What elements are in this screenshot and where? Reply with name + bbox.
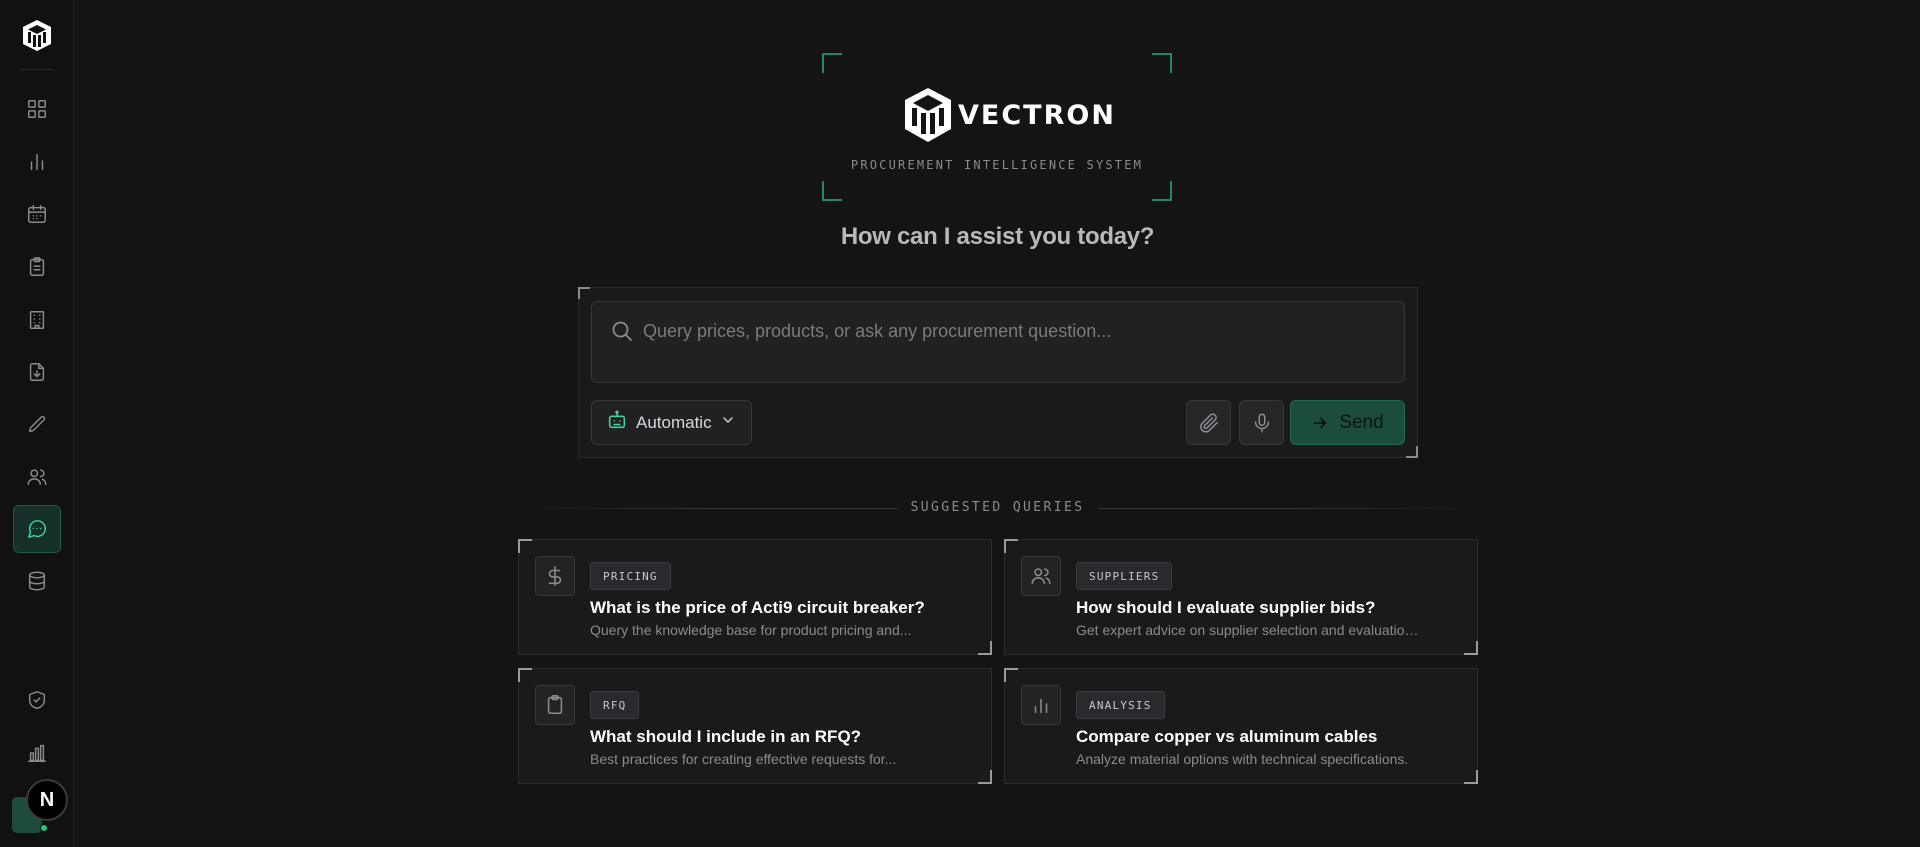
n-badge-icon[interactable]: N <box>26 779 68 821</box>
frame-corner <box>822 181 842 201</box>
pencil-icon <box>28 415 46 433</box>
card-title: How should I evaluate supplier bids? <box>1076 598 1376 617</box>
frame-corner <box>822 53 842 73</box>
suggestion-card-rfq[interactable]: RFQ What should I include in an RFQ? Bes… <box>518 668 992 784</box>
card-tag: SUPPLIERS <box>1076 562 1173 590</box>
brand-name: VECTRON <box>958 99 1116 131</box>
sidebar-item-calendar[interactable] <box>13 190 61 238</box>
hero-logo-frame: VECTRON PROCUREMENT INTELLIGENCE SYSTEM <box>822 53 1172 201</box>
sidebar-item-dashboard[interactable] <box>13 85 61 133</box>
card-corner <box>1464 770 1478 784</box>
mode-label: Automatic <box>636 412 712 432</box>
card-title: What should I include in an RFQ? <box>590 727 862 746</box>
search-input[interactable] <box>643 317 1383 345</box>
card-corner <box>978 641 992 655</box>
card-title: What is the price of Acti9 circuit break… <box>590 598 925 617</box>
search-icon <box>610 319 634 343</box>
clipboard-icon <box>535 685 575 725</box>
page-title: How can I assist you today? <box>840 223 1155 250</box>
sidebar-item-reports[interactable] <box>13 138 61 186</box>
microphone-icon <box>1254 413 1269 432</box>
sidebar-item-security[interactable] <box>13 676 61 724</box>
card-corner <box>1464 641 1478 655</box>
search-box[interactable] <box>591 301 1405 383</box>
analytics-bars-icon <box>28 744 46 762</box>
dollar-icon <box>535 556 575 596</box>
brand-logo: VECTRON <box>902 85 1116 145</box>
users-icon <box>1021 556 1061 596</box>
card-corner <box>978 770 992 784</box>
file-download-icon <box>29 363 45 381</box>
avatar-initial: N <box>39 788 55 811</box>
card-description: Query the knowledge base for product pri… <box>590 622 912 638</box>
card-tag: ANALYSIS <box>1076 691 1165 719</box>
card-tag: PRICING <box>590 562 671 590</box>
calendar-icon <box>28 205 46 223</box>
chevron-down-icon <box>720 412 736 433</box>
users-icon <box>27 469 47 486</box>
robot-icon <box>606 409 628 436</box>
suggested-queries-heading: SUGGESTED QUERIES <box>0 500 1920 515</box>
vectron-cube-icon <box>905 88 951 142</box>
panel-corner <box>1406 446 1418 458</box>
suggestion-card-suppliers[interactable]: SUPPLIERS How should I evaluate supplier… <box>1004 539 1478 655</box>
card-title: Compare copper vs aluminum cables <box>1076 727 1378 746</box>
voice-input-button[interactable] <box>1239 400 1284 445</box>
card-corner <box>518 668 532 682</box>
sidebar-divider <box>20 69 54 70</box>
mode-dropdown[interactable]: Automatic <box>591 400 752 445</box>
sidebar-item-suppliers[interactable] <box>13 296 61 344</box>
shield-check-icon <box>28 691 46 709</box>
bar-chart-icon <box>30 153 44 171</box>
dashboard-grid-icon <box>28 100 46 118</box>
chat-icon <box>28 520 46 538</box>
sidebar-item-edit[interactable] <box>13 401 61 449</box>
app-subtitle: PROCUREMENT INTELLIGENCE SYSTEM <box>850 158 1144 172</box>
card-corner <box>1004 539 1018 553</box>
query-panel: Automatic Send <box>578 287 1418 458</box>
sidebar-item-database[interactable] <box>13 557 61 605</box>
building-icon <box>29 311 45 329</box>
bar-chart-icon <box>1021 685 1061 725</box>
app-logo-icon[interactable] <box>20 18 54 52</box>
suggested-queries-title: SUGGESTED QUERIES <box>896 500 1099 515</box>
card-corner <box>518 539 532 553</box>
sidebar: N <box>0 0 74 847</box>
database-icon <box>28 571 46 591</box>
sidebar-item-users[interactable] <box>13 453 61 501</box>
online-status-dot <box>40 824 48 832</box>
card-description: Analyze material options with technical … <box>1076 751 1409 767</box>
card-description: Get expert advice on supplier selection … <box>1076 622 1421 638</box>
send-button[interactable]: Send <box>1290 400 1405 445</box>
clipboard-icon <box>29 257 45 276</box>
card-description: Best practices for creating effective re… <box>590 751 897 767</box>
card-tag: RFQ <box>590 691 640 719</box>
sidebar-item-tasks[interactable] <box>13 243 61 291</box>
paperclip-icon <box>1199 412 1218 433</box>
sidebar-item-documents[interactable] <box>13 348 61 396</box>
send-label: Send <box>1339 411 1384 433</box>
suggestion-card-analysis[interactable]: ANALYSIS Compare copper vs aluminum cabl… <box>1004 668 1478 784</box>
suggestion-card-pricing[interactable]: PRICING What is the price of Acti9 circu… <box>518 539 992 655</box>
frame-corner <box>1152 53 1172 73</box>
panel-corner <box>578 287 590 299</box>
frame-corner <box>1152 181 1172 201</box>
card-corner <box>1004 668 1018 682</box>
arrow-right-icon <box>1314 417 1327 428</box>
sidebar-item-analytics[interactable] <box>13 729 61 777</box>
attach-button[interactable] <box>1186 400 1231 445</box>
